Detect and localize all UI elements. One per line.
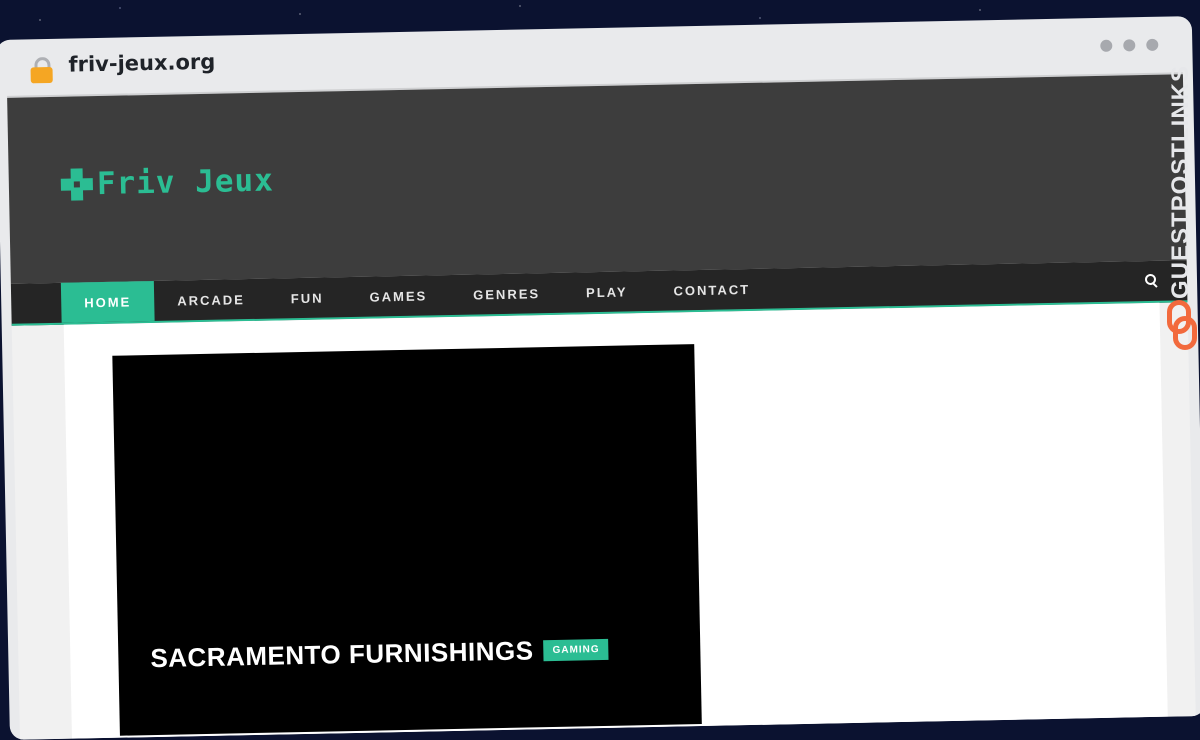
browser-frame: friv-jeux.org Friv Jeux HOME ARCADE FUN … (0, 16, 1200, 740)
featured-post-header: SACRAMENTO FURNISHINGS GAMING (150, 634, 609, 674)
url-text[interactable]: friv-jeux.org (68, 50, 215, 77)
category-badge[interactable]: GAMING (543, 638, 609, 662)
window-controls (1100, 38, 1159, 52)
site-logo[interactable]: Friv Jeux (59, 163, 275, 203)
lock-icon (30, 56, 53, 84)
nav-item-genres[interactable]: GENRES (450, 273, 564, 315)
watermark-text: GUESTPOSTLINKS (1167, 64, 1194, 299)
content-area: SACRAMENTO FURNISHINGS GAMING (63, 302, 1168, 739)
nav-item-contact[interactable]: CONTACT (650, 269, 773, 311)
window-dot-icon[interactable] (1146, 38, 1159, 51)
nav-item-play[interactable]: PLAY (563, 271, 651, 313)
featured-post-title[interactable]: SACRAMENTO FURNISHINGS (150, 635, 534, 674)
logo-text: Friv Jeux (96, 162, 275, 203)
web-page: Friv Jeux HOME ARCADE FUN GAMES GENRES P… (7, 72, 1196, 740)
search-icon[interactable] (1144, 273, 1159, 288)
window-dot-icon[interactable] (1100, 39, 1113, 52)
window-dot-icon[interactable] (1123, 39, 1136, 52)
nav-item-arcade[interactable]: ARCADE (154, 279, 268, 321)
featured-post-card[interactable]: SACRAMENTO FURNISHINGS GAMING (112, 344, 702, 736)
chain-link-icon (1167, 300, 1197, 350)
nav-item-games[interactable]: GAMES (346, 275, 450, 317)
browser-window: friv-jeux.org Friv Jeux HOME ARCADE FUN … (0, 0, 1200, 740)
nav-item-home[interactable]: HOME (60, 280, 155, 323)
gamepad-cross-icon (59, 166, 96, 203)
nav-item-fun[interactable]: FUN (267, 277, 347, 319)
site-header: Friv Jeux (7, 74, 1187, 284)
